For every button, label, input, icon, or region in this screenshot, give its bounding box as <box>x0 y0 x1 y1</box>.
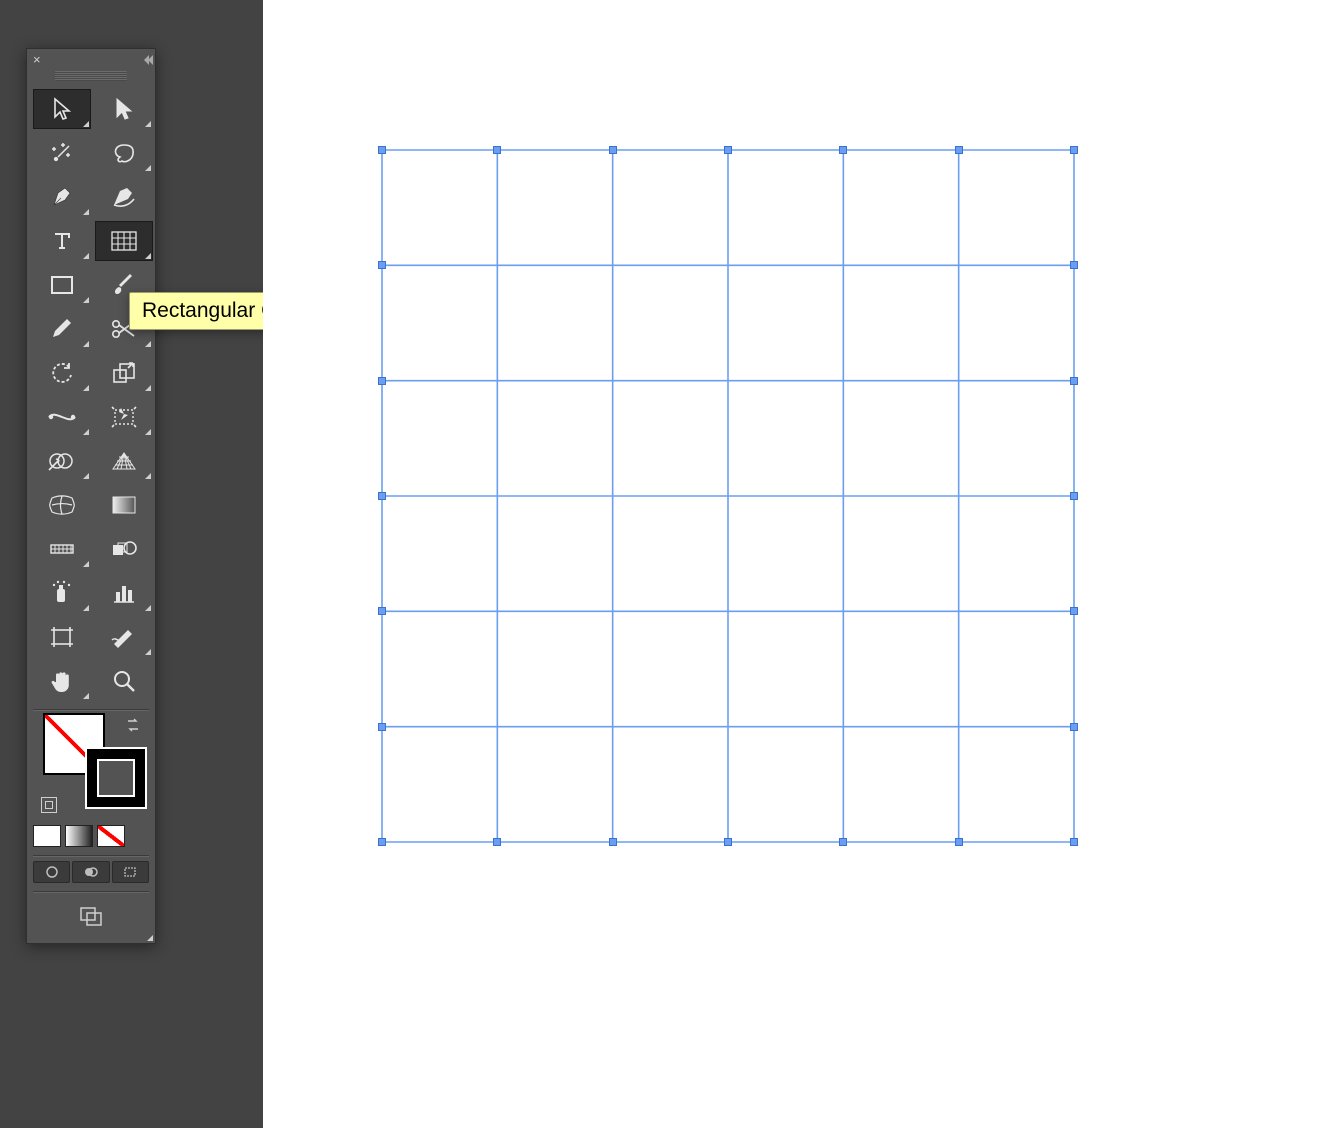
draw-mode-row <box>27 859 155 889</box>
selection-tool[interactable] <box>33 89 91 129</box>
zoom-tool[interactable] <box>95 661 153 701</box>
rectangular-grid-object[interactable] <box>381 149 1075 843</box>
swap-fill-stroke-icon[interactable] <box>125 717 141 733</box>
selection-handle[interactable] <box>378 723 386 731</box>
scale-tool[interactable] <box>95 353 153 393</box>
artboard-tool[interactable] <box>33 617 91 657</box>
selection-handle[interactable] <box>724 146 732 154</box>
selection-handle[interactable] <box>378 146 386 154</box>
column-graph-tool[interactable] <box>95 573 153 613</box>
screen-mode-button[interactable] <box>74 903 108 929</box>
rectangular-grid-tool[interactable] <box>95 221 153 261</box>
panel-divider <box>33 709 149 711</box>
selection-handle[interactable] <box>378 377 386 385</box>
selection-handle[interactable] <box>1070 723 1078 731</box>
selection-handle[interactable] <box>839 838 847 846</box>
screen-mode-row <box>27 895 155 943</box>
width-tool[interactable] <box>33 397 91 437</box>
color-mode-row <box>27 823 155 853</box>
perspective-grid-tool[interactable] <box>95 441 153 481</box>
eyedropper-tool[interactable] <box>33 529 91 569</box>
selection-handle[interactable] <box>378 492 386 500</box>
symbol-sprayer-tool[interactable] <box>33 573 91 613</box>
draw-normal-button[interactable] <box>33 861 70 883</box>
direct-selection-tool[interactable] <box>95 89 153 129</box>
magic-wand-tool[interactable] <box>33 133 91 173</box>
collapse-panel-icon[interactable] <box>144 55 149 65</box>
curvature-tool[interactable] <box>95 177 153 217</box>
selection-handle[interactable] <box>955 838 963 846</box>
pen-tool[interactable] <box>33 177 91 217</box>
default-fill-stroke-icon[interactable] <box>41 797 57 813</box>
selection-handle[interactable] <box>609 146 617 154</box>
tool-grid <box>27 85 155 707</box>
panel-divider <box>33 891 149 893</box>
shape-builder-tool[interactable] <box>33 441 91 481</box>
selection-handle[interactable] <box>493 838 501 846</box>
color-mode-none[interactable] <box>97 825 125 847</box>
selection-handle[interactable] <box>955 146 963 154</box>
blend-tool[interactable] <box>95 529 153 569</box>
color-mode-solid[interactable] <box>33 825 61 847</box>
rotate-tool[interactable] <box>33 353 91 393</box>
selection-handle[interactable] <box>378 607 386 615</box>
rectangle-tool[interactable] <box>33 265 91 305</box>
free-transform-tool[interactable] <box>95 397 153 437</box>
selection-handle[interactable] <box>609 838 617 846</box>
hand-tool[interactable] <box>33 661 91 701</box>
draw-inside-button[interactable] <box>112 861 149 883</box>
close-icon[interactable]: × <box>33 53 41 66</box>
lasso-tool[interactable] <box>95 133 153 173</box>
artboard-canvas[interactable] <box>263 0 1322 1128</box>
selection-handle[interactable] <box>1070 377 1078 385</box>
fill-stroke-swatch <box>27 713 155 823</box>
color-mode-gradient[interactable] <box>65 825 93 847</box>
type-tool[interactable] <box>33 221 91 261</box>
panel-grip-icon[interactable] <box>55 71 127 81</box>
panel-divider <box>33 855 149 857</box>
selection-handle[interactable] <box>1070 838 1078 846</box>
selection-handle[interactable] <box>378 261 386 269</box>
slice-tool[interactable] <box>95 617 153 657</box>
tools-panel-header[interactable]: × <box>27 49 155 71</box>
selection-handle[interactable] <box>724 838 732 846</box>
pencil-tool[interactable] <box>33 309 91 349</box>
draw-behind-button[interactable] <box>72 861 109 883</box>
selection-handle[interactable] <box>1070 607 1078 615</box>
selection-handle[interactable] <box>378 838 386 846</box>
selection-handle[interactable] <box>1070 492 1078 500</box>
selection-handle[interactable] <box>839 146 847 154</box>
tools-panel: × <box>26 48 156 944</box>
mesh-tool[interactable] <box>33 485 91 525</box>
selection-handle[interactable] <box>1070 146 1078 154</box>
stroke-swatch[interactable] <box>85 747 147 809</box>
selection-handle[interactable] <box>493 146 501 154</box>
gradient-tool[interactable] <box>95 485 153 525</box>
selection-handle[interactable] <box>1070 261 1078 269</box>
